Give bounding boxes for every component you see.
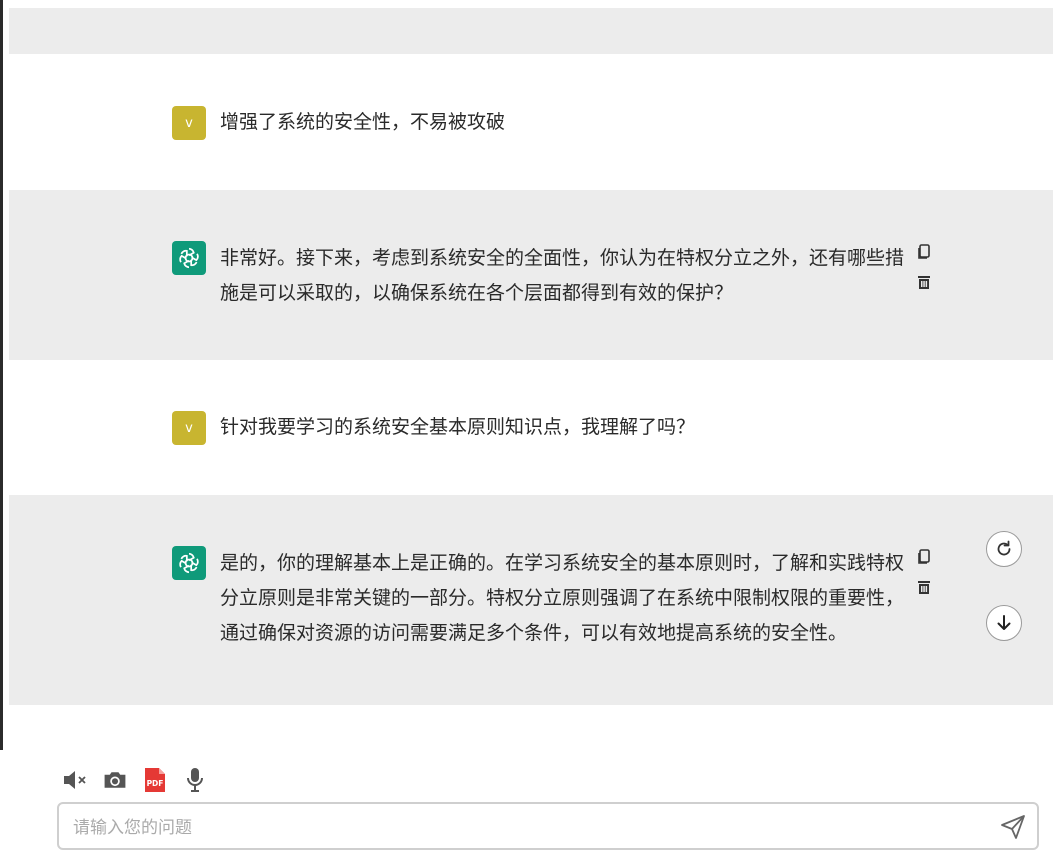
user-message: v 针对我要学习的系统安全基本原则知识点，我理解了吗？ — [172, 411, 852, 447]
send-button[interactable] — [999, 813, 1027, 841]
camera-icon[interactable] — [102, 767, 128, 793]
svg-text:PDF: PDF — [147, 779, 164, 788]
regenerate-icon — [997, 540, 1011, 556]
message-actions — [915, 243, 935, 303]
scroll-down-button[interactable] — [986, 605, 1022, 641]
assistant-message: 非常好。接下来，考虑到系统安全的全面性，你认为在特权分立之外，还有哪些措施是可以… — [172, 241, 904, 321]
openai-logo-icon — [172, 546, 206, 580]
openai-logo-icon — [172, 241, 206, 275]
user-avatar: v — [172, 411, 206, 445]
user-avatar: v — [172, 106, 206, 140]
user-message: v 增强了系统的安全性，不易被攻破 — [172, 106, 852, 142]
send-icon — [1001, 815, 1025, 839]
microphone-icon[interactable] — [182, 767, 208, 793]
copy-icon[interactable] — [915, 548, 933, 566]
chat-page: v 增强了系统的安全性，不易被攻破 非常好。接下来，考虑到系统安全的全面性，你认… — [0, 0, 1053, 865]
message-actions — [915, 548, 935, 608]
trash-icon[interactable] — [915, 273, 933, 291]
previous-message-band — [9, 8, 1053, 54]
message-text: 非常好。接下来，考虑到系统安全的全面性，你认为在特权分立之外，还有哪些措施是可以… — [220, 247, 905, 304]
scroll-down-icon — [997, 615, 1011, 630]
trash-icon[interactable] — [915, 578, 933, 596]
chat-input[interactable] — [71, 813, 975, 843]
message-text: 增强了系统的安全性，不易被攻破 — [220, 111, 506, 133]
assistant-message: 是的，你的理解基本上是正确的。在学习系统安全的基本原则时，了解和实践特权分立原则… — [172, 546, 904, 691]
message-text: 针对我要学习的系统安全基本原则知识点，我理解了吗？ — [220, 416, 696, 438]
left-edge-bar — [0, 0, 3, 750]
copy-icon[interactable] — [915, 243, 933, 261]
mute-icon[interactable] — [62, 767, 88, 793]
message-text: 是的，你的理解基本上是正确的。在学习系统安全的基本原则时，了解和实践特权分立原则… — [220, 552, 905, 644]
input-toolbar: PDF — [62, 766, 208, 794]
chat-input-box — [57, 802, 1039, 850]
pdf-icon[interactable]: PDF — [142, 767, 168, 793]
regenerate-button[interactable] — [986, 531, 1022, 567]
